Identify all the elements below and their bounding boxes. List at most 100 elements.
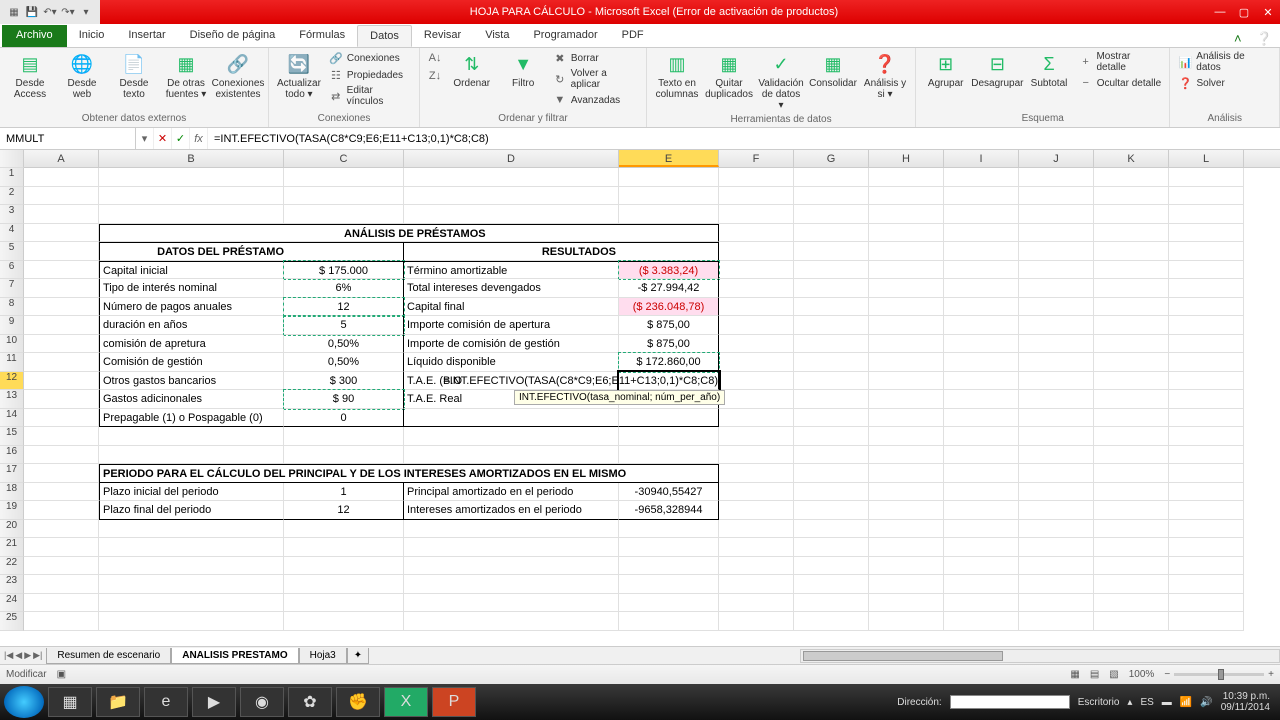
redo-icon[interactable]: ↷▾ xyxy=(60,4,76,20)
text-to-cols-button[interactable]: ▥Texto en columnas xyxy=(653,50,701,102)
zoom-out-icon[interactable]: − xyxy=(1164,669,1170,680)
col-L[interactable]: L xyxy=(1169,150,1244,167)
col-C[interactable]: C xyxy=(284,150,404,167)
validation-button[interactable]: ✓Validación de datos ▾ xyxy=(757,50,805,113)
cancel-formula-icon[interactable]: ✕ xyxy=(154,128,172,149)
volume-icon[interactable]: 🔊 xyxy=(1200,697,1212,708)
accept-formula-icon[interactable]: ✓ xyxy=(172,128,190,149)
select-all-button[interactable] xyxy=(0,150,24,168)
sheet-resumen[interactable]: Resumen de escenario xyxy=(46,648,171,664)
taskbar-media[interactable]: ▶ xyxy=(192,687,236,717)
flag-icon[interactable]: ▬ xyxy=(1162,697,1172,708)
view-normal-icon[interactable]: ▦ xyxy=(1070,669,1079,680)
lang-indicator[interactable]: ES xyxy=(1140,697,1153,708)
sheet-hoja3[interactable]: Hoja3 xyxy=(299,648,347,664)
sheet-analisis[interactable]: ANALISIS PRESTAMO xyxy=(171,648,298,664)
sort-desc-button[interactable]: Z↓ xyxy=(426,68,444,84)
macro-record-icon[interactable]: ▣ xyxy=(57,669,66,680)
col-D[interactable]: D xyxy=(404,150,619,167)
minimize-ribbon-icon[interactable]: ˄ xyxy=(1234,31,1250,47)
sort-button[interactable]: ⇅Ordenar xyxy=(448,50,495,91)
group-button[interactable]: ⊞Agrupar xyxy=(922,50,969,91)
cell-area[interactable]: ANÁLISIS DE PRÉSTAMOS DATOS DEL PRÉSTAMO… xyxy=(24,168,1244,631)
col-F[interactable]: F xyxy=(719,150,794,167)
properties-button[interactable]: ☷Propiedades xyxy=(327,67,413,83)
active-cell[interactable]: =INT.EFECTIVO(TASA(C8*C9;E6;E11+C13;0,1)… xyxy=(619,372,719,391)
horizontal-scrollbar[interactable] xyxy=(800,649,1280,663)
tab-formulas[interactable]: Fórmulas xyxy=(287,25,357,47)
maximize-button[interactable]: ▢ xyxy=(1232,1,1256,23)
other-sources-button[interactable]: ▦De otras fuentes ▾ xyxy=(162,50,210,102)
view-break-icon[interactable]: ▧ xyxy=(1109,669,1118,680)
connections-button[interactable]: 🔗Conexiones xyxy=(327,50,413,66)
last-sheet-icon[interactable]: ▶| xyxy=(33,650,42,661)
whatif-button[interactable]: ❓Análisis y si ▾ xyxy=(861,50,909,102)
col-I[interactable]: I xyxy=(944,150,1019,167)
namebox-dropdown[interactable]: ▾ xyxy=(136,128,154,149)
hide-detail-button[interactable]: −Ocultar detalle xyxy=(1077,75,1164,91)
undo-icon[interactable]: ↶▾ xyxy=(42,4,58,20)
file-tab[interactable]: Archivo xyxy=(2,25,67,47)
show-detail-button[interactable]: +Mostrar detalle xyxy=(1077,50,1164,74)
tab-inicio[interactable]: Inicio xyxy=(67,25,117,47)
consolidate-button[interactable]: ▦Consolidar xyxy=(809,50,857,91)
taskbar-app3[interactable]: ✊ xyxy=(336,687,380,717)
sort-asc-button[interactable]: A↓ xyxy=(426,50,444,66)
first-sheet-icon[interactable]: |◀ xyxy=(4,650,13,661)
new-sheet-button[interactable]: ✦ xyxy=(347,648,369,664)
taskbar-excel[interactable]: X xyxy=(384,687,428,717)
network-icon[interactable]: 📶 xyxy=(1180,697,1192,708)
refresh-all-button[interactable]: 🔄Actualizar todo ▾ xyxy=(275,50,323,102)
col-K[interactable]: K xyxy=(1094,150,1169,167)
tab-insertar[interactable]: Insertar xyxy=(116,25,177,47)
col-B[interactable]: B xyxy=(99,150,284,167)
clock[interactable]: 10:39 p.m.09/11/2014 xyxy=(1221,691,1270,713)
tray-more-icon[interactable]: ▴ xyxy=(1127,697,1132,708)
prev-sheet-icon[interactable]: ◀ xyxy=(15,650,22,661)
taskbar-chrome[interactable]: ◉ xyxy=(240,687,284,717)
edit-links-button[interactable]: ⇄Editar vínculos xyxy=(327,84,413,108)
minimize-button[interactable]: — xyxy=(1208,1,1232,23)
name-box[interactable]: MMULT xyxy=(0,128,136,149)
col-H[interactable]: H xyxy=(869,150,944,167)
save-icon[interactable]: 💾 xyxy=(24,4,40,20)
help-icon[interactable]: ❔ xyxy=(1256,31,1272,47)
fx-icon[interactable]: fx xyxy=(190,128,208,149)
col-A[interactable]: A xyxy=(24,150,99,167)
taskbar-ie[interactable]: e xyxy=(144,687,188,717)
address-input[interactable] xyxy=(950,695,1070,709)
next-sheet-icon[interactable]: ▶ xyxy=(24,650,31,661)
subtotal-button[interactable]: ΣSubtotal xyxy=(1025,50,1072,91)
col-G[interactable]: G xyxy=(794,150,869,167)
solver-button[interactable]: ❓Solver xyxy=(1176,75,1273,91)
tab-programador[interactable]: Programador xyxy=(521,25,609,47)
advanced-filter-button[interactable]: ▼Avanzadas xyxy=(551,92,640,108)
tab-datos[interactable]: Datos xyxy=(357,25,412,47)
zoom-value[interactable]: 100% xyxy=(1129,669,1155,680)
from-access-button[interactable]: ▤Desde Access xyxy=(6,50,54,102)
from-text-button[interactable]: 📄Desde texto xyxy=(110,50,158,102)
qat-more-icon[interactable]: ▾ xyxy=(78,4,94,20)
filter-button[interactable]: ▼Filtro xyxy=(499,50,546,91)
spreadsheet-grid[interactable]: A B C D E F G H I J K L 1234567891011121… xyxy=(0,150,1280,646)
zoom-slider[interactable] xyxy=(1174,673,1264,676)
clear-filter-button[interactable]: ✖Borrar xyxy=(551,50,640,66)
taskbar-app2[interactable]: ✿ xyxy=(288,687,332,717)
tab-pdf[interactable]: PDF xyxy=(610,25,656,47)
taskbar-ppt[interactable]: P xyxy=(432,687,476,717)
tab-revisar[interactable]: Revisar xyxy=(412,25,473,47)
data-analysis-button[interactable]: 📊Análisis de datos xyxy=(1176,50,1273,74)
existing-conn-button[interactable]: 🔗Conexiones existentes xyxy=(214,50,262,102)
tab-vista[interactable]: Vista xyxy=(473,25,521,47)
taskbar-app[interactable]: ▦ xyxy=(48,687,92,717)
taskbar-explorer[interactable]: 📁 xyxy=(96,687,140,717)
tab-diseno[interactable]: Diseño de página xyxy=(178,25,288,47)
start-button[interactable] xyxy=(4,686,44,718)
cell-title[interactable]: ANÁLISIS DE PRÉSTAMOS xyxy=(284,224,404,243)
ungroup-button[interactable]: ⊟Desagrupar xyxy=(973,50,1021,91)
remove-dup-button[interactable]: ▦Quitar duplicados xyxy=(705,50,753,102)
from-web-button[interactable]: 🌐Desde web xyxy=(58,50,106,102)
close-button[interactable]: ✕ xyxy=(1256,1,1280,23)
col-E[interactable]: E xyxy=(619,150,719,167)
reapply-button[interactable]: ↻Volver a aplicar xyxy=(551,67,640,91)
